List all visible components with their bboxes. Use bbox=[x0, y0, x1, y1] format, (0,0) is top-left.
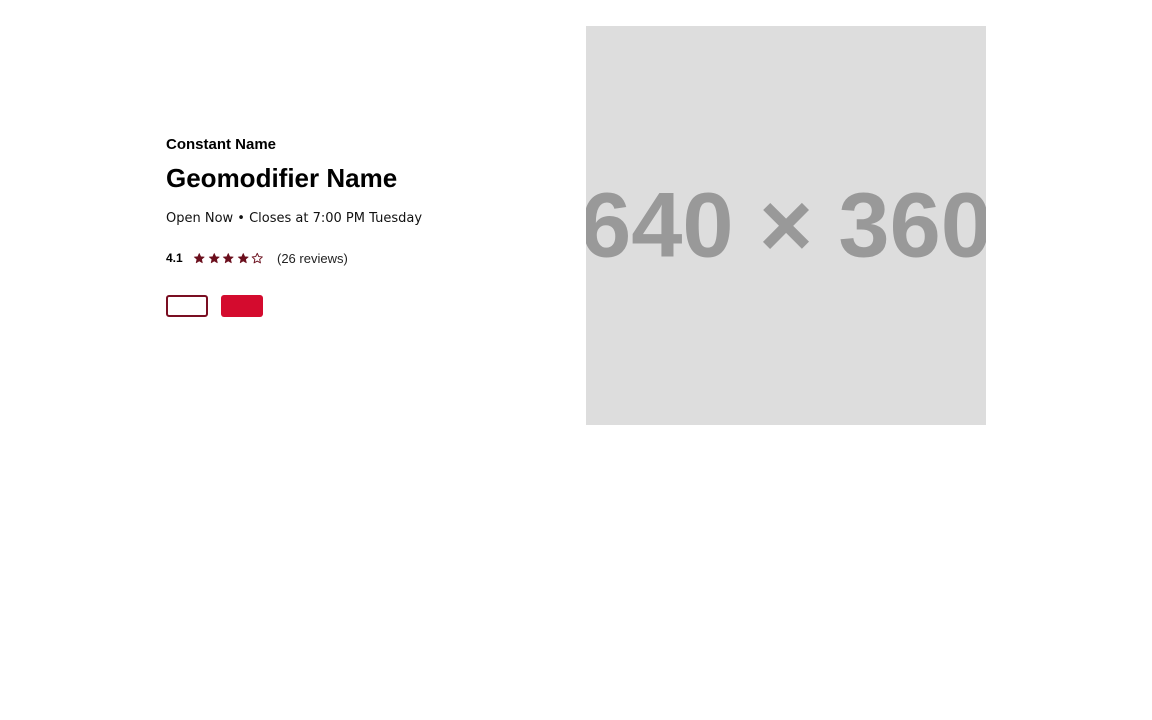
star-filled-icon bbox=[222, 252, 234, 263]
star-empty-icon bbox=[251, 252, 263, 264]
geomodifier-name: Geomodifier Name bbox=[166, 163, 398, 193]
reviews-count-link[interactable]: (26 reviews) bbox=[277, 251, 348, 266]
location-image-placeholder: 640 × 360 bbox=[586, 26, 986, 425]
star-rating bbox=[193, 252, 277, 265]
rating-value: 4.1 bbox=[166, 251, 183, 265]
star-filled-icon bbox=[237, 252, 249, 263]
placeholder-dimensions-label: 640 × 360 bbox=[586, 174, 986, 277]
star-filled-icon bbox=[193, 252, 205, 263]
hours-status: Open Now • Closes at 7:00 PM Tuesday bbox=[166, 211, 423, 226]
action-buttons bbox=[166, 295, 546, 317]
star-filled-icon bbox=[208, 252, 220, 263]
page: Constant Name Geomodifier Name Open Now … bbox=[0, 0, 1152, 720]
constant-name: Constant Name bbox=[166, 136, 277, 153]
rating-row: 4.1 (26 reviews) bbox=[166, 249, 546, 267]
location-info: Constant Name Geomodifier Name Open Now … bbox=[166, 136, 546, 317]
primary-cta-button[interactable] bbox=[221, 295, 263, 317]
secondary-cta-button[interactable] bbox=[166, 295, 208, 317]
